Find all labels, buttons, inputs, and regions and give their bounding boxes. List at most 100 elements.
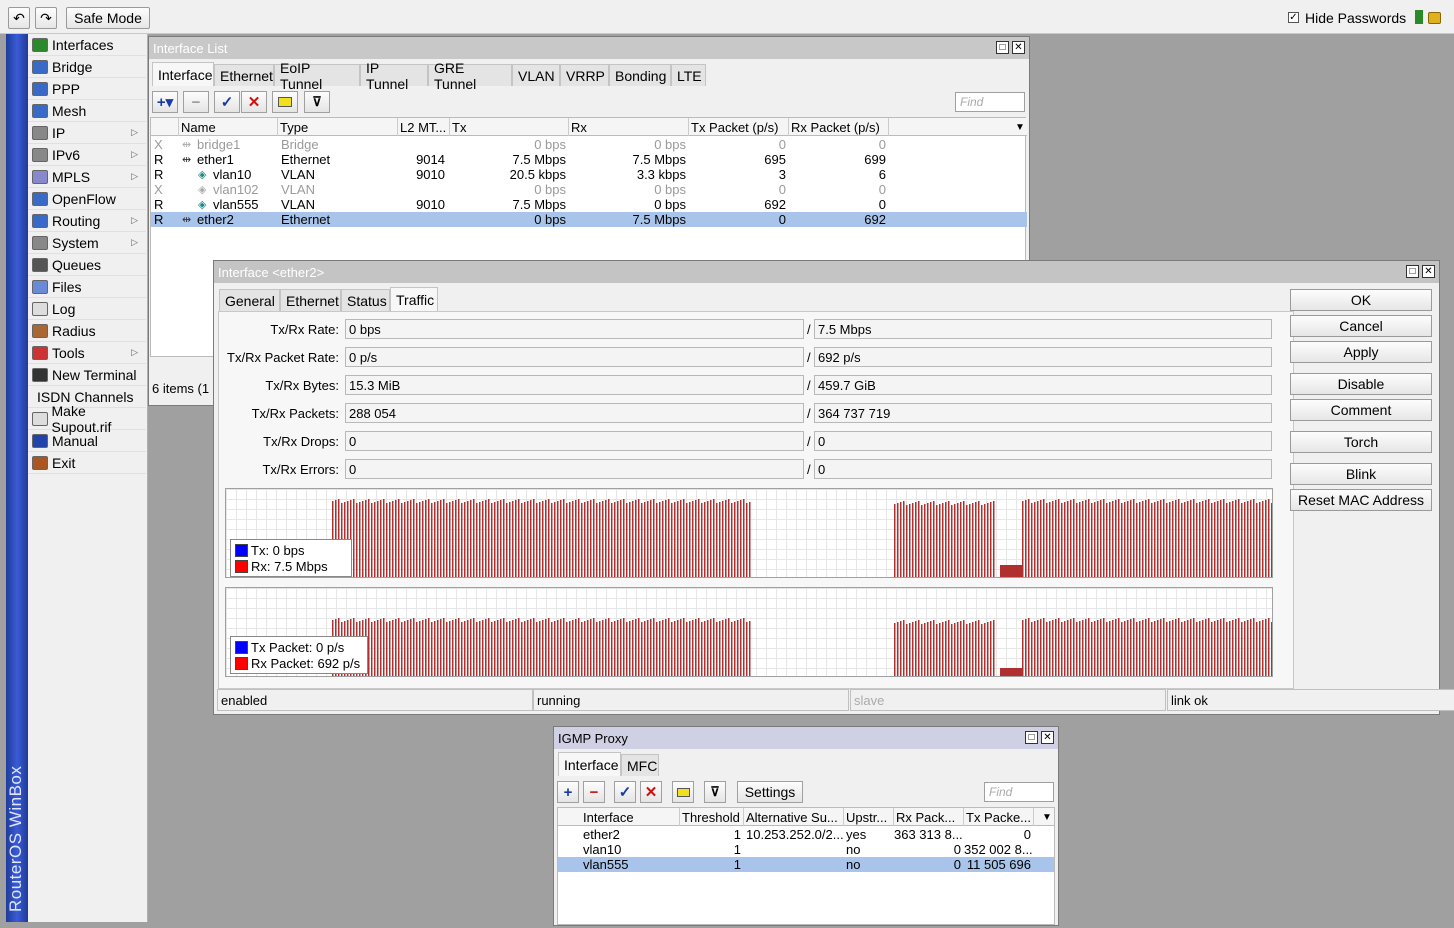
sidebar-item-log[interactable]: Log [28,298,146,320]
column-header[interactable] [151,118,179,136]
sidebar-item-mpls[interactable]: MPLS ▷ [28,166,146,188]
sidebar-item-ppp[interactable]: PPP [28,78,146,100]
find-input[interactable]: Find [984,782,1054,802]
sidebar-item-new-terminal[interactable]: New Terminal [28,364,146,386]
rx-bar [963,501,965,577]
close-icon[interactable]: ✕ [1012,41,1025,54]
sidebar-item-routing[interactable]: Routing ▷ [28,210,146,232]
maximize-icon[interactable]: □ [996,41,1009,54]
rx-bar [1112,620,1114,676]
tx-value-field: 288 054 [345,403,804,423]
table-row[interactable]: ◈ Rvlan555 VLAN 9010 7.5 Mbps 0 bps 692 0 [151,197,1027,212]
tab-lte[interactable]: LTE [671,64,706,86]
column-menu-icon[interactable]: ▼ [1011,118,1027,136]
remove-button[interactable]: − [583,781,605,803]
tab-mfc[interactable]: MFC [621,754,659,776]
igmp-titlebar[interactable]: IGMP Proxy [554,727,1058,749]
tab-status[interactable]: Status [341,289,390,311]
column-header[interactable]: Threshold [680,808,744,826]
add-button[interactable]: +▾ [152,91,178,113]
legend-tx: Tx: 0 bps [235,542,347,558]
reset-mac-address-button[interactable]: Reset MAC Address [1290,489,1432,511]
sidebar-item-files[interactable]: Files [28,276,146,298]
comment-button[interactable]: Comment [1290,399,1432,421]
column-header[interactable]: Upstr... [844,808,894,826]
close-icon[interactable]: ✕ [1041,731,1054,744]
table-row[interactable]: ⇹ Rether1 Ethernet 9014 7.5 Mbps 7.5 Mbps 695 6… [151,152,1027,167]
comment-button[interactable] [272,91,298,113]
sidebar-item-bridge[interactable]: Bridge [28,56,146,78]
table-row[interactable]: vlan555 1 no 0 11 505 696 [558,857,1054,872]
table-row[interactable]: ◈ Rvlan10 VLAN 9010 20.5 kbps 3.3 kbps 3 6 [151,167,1027,182]
enable-button[interactable]: ✓ [614,781,636,803]
column-header[interactable]: L2 MT... [398,118,450,136]
column-header[interactable]: Rx [569,118,689,136]
torch-button[interactable]: Torch [1290,431,1432,453]
table-row[interactable]: ether2 1 10.253.252.0/2... yes 363 313 8... 0 [558,827,1054,842]
close-icon[interactable]: ✕ [1422,265,1435,278]
interface-window-titlebar[interactable]: Interface <ether2> [214,261,1439,283]
column-header[interactable]: Rx Packet (p/s) [789,118,889,136]
table-row[interactable]: vlan10 1 no 0 352 002 8... [558,842,1054,857]
undo-button[interactable]: ↶ [8,7,30,29]
table-row[interactable]: ⇹ Rether2 Ethernet 0 bps 7.5 Mbps 0 692 [151,212,1027,227]
sidebar-item-interfaces[interactable]: Interfaces [28,34,146,56]
remove-button[interactable]: − [183,91,209,113]
sidebar-item-tools[interactable]: Tools ▷ [28,342,146,364]
filter-button[interactable]: ⊽ [304,91,330,113]
sidebar-item-exit[interactable]: Exit [28,452,146,474]
column-header[interactable]: Name [179,118,278,136]
column-header[interactable]: Alternative Su... [744,808,844,826]
column-header[interactable]: Type [278,118,398,136]
tab-vrrp[interactable]: VRRP [560,64,609,86]
column-header[interactable]: Interface [581,808,680,826]
filter-button[interactable]: ⊽ [704,781,726,803]
disable-button[interactable]: ✕ [241,91,267,113]
sidebar-item-openflow[interactable]: OpenFlow [28,188,146,210]
rx-bar [1238,618,1240,676]
maximize-icon[interactable]: □ [1025,731,1038,744]
find-input[interactable]: Find [955,92,1025,112]
sidebar-item-radius[interactable]: Radius [28,320,146,342]
interface-list-titlebar[interactable]: Interface List [149,37,1029,59]
sidebar-item-manual[interactable]: Manual [28,430,146,452]
column-header[interactable]: Tx [450,118,569,136]
settings-button[interactable]: Settings [737,781,803,803]
tab-vlan[interactable]: VLAN [512,64,560,86]
tab-eoip-tunnel[interactable]: EoIP Tunnel [274,60,360,92]
column-header[interactable]: Tx Packe... [964,808,1034,826]
tab-ethernet[interactable]: Ethernet [214,64,274,86]
safe-mode-button[interactable]: Safe Mode [66,7,150,29]
column-header[interactable]: Tx Packet (p/s) [689,118,789,136]
blink-button[interactable]: Blink [1290,463,1432,485]
enable-button[interactable]: ✓ [214,91,240,113]
tab-gre-tunnel[interactable]: GRE Tunnel [428,60,512,92]
hide-passwords-checkbox[interactable]: ✓ [1288,12,1299,23]
redo-button[interactable]: ↷ [35,7,57,29]
cancel-button[interactable]: Cancel [1290,315,1432,337]
sidebar-item-ip[interactable]: IP ▷ [28,122,146,144]
column-menu-icon[interactable]: ▼ [1038,808,1054,826]
tab-ip-tunnel[interactable]: IP Tunnel [360,60,428,92]
comment-button[interactable] [672,781,694,803]
tab-interface[interactable]: Interface [152,62,214,86]
disable-button[interactable]: Disable [1290,373,1432,395]
table-row[interactable]: ⇹ Xbridge1 Bridge 0 bps 0 bps 0 0 [151,137,1027,152]
apply-button[interactable]: Apply [1290,341,1432,363]
tab-bonding[interactable]: Bonding [609,64,671,86]
disable-button[interactable]: ✕ [640,781,662,803]
table-row[interactable]: ◈ Xvlan102 VLAN 0 bps 0 bps 0 0 [151,182,1027,197]
column-header[interactable]: Rx Pack... [894,808,964,826]
add-button[interactable]: + [557,781,579,803]
tab-interface[interactable]: Interface [558,752,621,776]
sidebar-item-ipv6[interactable]: IPv6 ▷ [28,144,146,166]
ok-button[interactable]: OK [1290,289,1432,311]
sidebar-item-queues[interactable]: Queues [28,254,146,276]
maximize-icon[interactable]: □ [1406,265,1419,278]
tab-general[interactable]: General [219,289,280,311]
sidebar-item-mesh[interactable]: Mesh [28,100,146,122]
tab-traffic[interactable]: Traffic [390,287,438,311]
sidebar-item-make-supout-rif[interactable]: Make Supout.rif [28,403,146,435]
tab-ethernet[interactable]: Ethernet [280,289,341,311]
sidebar-item-system[interactable]: System ▷ [28,232,146,254]
